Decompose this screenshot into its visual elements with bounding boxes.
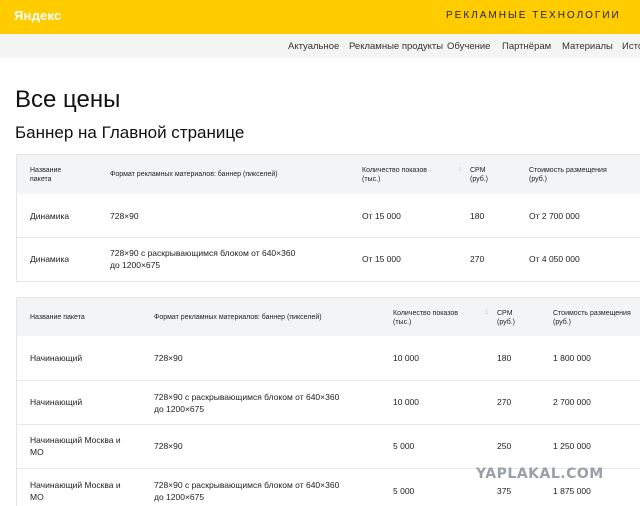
col-header-package[interactable]: Название пакета (30, 313, 85, 322)
row-impressions: От 15 000 (362, 211, 401, 221)
row-package: Динамика (30, 211, 70, 221)
section-title: Баннер на Главной странице (15, 123, 245, 142)
row-cpm: 270 (470, 254, 485, 264)
row-format: 728×90 (154, 353, 183, 363)
row-package: Динамика (30, 254, 70, 264)
row-format: 728×90 (154, 441, 183, 451)
sort-arrow-icon[interactable]: ↕ (458, 166, 462, 173)
main-nav: Актуальное Рекламные продукты Обучение П… (0, 34, 640, 58)
col-header-format[interactable]: Формат рекламных материалов: баннер (пик… (110, 170, 278, 179)
col-header-cost[interactable]: Стоимость размещения (руб.) (529, 166, 607, 184)
nav-item-materials[interactable]: Материалы (562, 41, 613, 52)
yandex-logo[interactable]: Яндекс (14, 8, 61, 23)
nav-item-ad-products[interactable]: Рекламные продукты (349, 41, 443, 52)
row-cost: 1 250 000 (553, 441, 591, 451)
row-package: Начинающий (30, 397, 83, 407)
row-cost: От 4 050 000 (529, 254, 580, 264)
nav-item-history[interactable]: Исто (622, 41, 640, 52)
col-header-impressions[interactable]: Количество показов (тыс.) (393, 309, 458, 327)
row-impressions: От 15 000 (362, 254, 401, 264)
brand-subtitle[interactable]: РЕКЛАМНЫЕ ТЕХНОЛОГИИ (446, 10, 621, 21)
watermark-text: YAPLAKAL.COM (476, 466, 604, 482)
col-header-cpm[interactable]: CPM (руб.) (497, 309, 515, 327)
row-divider (17, 380, 640, 381)
row-cpm: 250 (497, 441, 512, 451)
row-impressions: 5 000 (393, 486, 415, 496)
row-package: Начинающий (30, 353, 83, 363)
row-cost: 1 800 000 (553, 353, 591, 363)
row-cost: От 2 700 000 (529, 211, 580, 221)
nav-item-partners[interactable]: Партнёрам (502, 41, 551, 52)
row-format: 728×90 (110, 211, 139, 221)
col-header-cost[interactable]: Стоимость размещения (руб.) (553, 309, 631, 327)
row-format: 728×90 с раскрывающимся блоком от 640×36… (154, 480, 340, 502)
nav-item-aktualnoe[interactable]: Актуальное (288, 41, 339, 52)
row-impressions: 5 000 (393, 441, 415, 451)
page-title: Все цены (15, 86, 121, 113)
row-impressions: 10 000 (393, 397, 419, 407)
row-divider (17, 424, 640, 425)
table-header: Название пакета Формат рекламных материа… (17, 298, 640, 336)
col-header-impressions[interactable]: Количество показов (тыс.) (362, 166, 427, 184)
price-table-dynamic: Название пакета Формат рекламных материал… (16, 154, 640, 282)
row-format: 728×90 с раскрывающимся блоком от 640×36… (154, 392, 340, 414)
row-format: 728×90 с раскрывающимся блоком от 640×36… (110, 248, 296, 270)
row-cost: 1 875 000 (553, 486, 591, 496)
col-header-cpm[interactable]: CPM (руб.) (470, 166, 488, 184)
row-impressions: 10 000 (393, 353, 419, 363)
row-package: Начинающий Москва и МО (30, 480, 121, 502)
row-cpm: 270 (497, 397, 512, 407)
col-header-package[interactable]: Название пакета (30, 166, 61, 184)
row-cpm: 180 (497, 353, 512, 363)
top-header-bar: Яндекс РЕКЛАМНЫЕ ТЕХНОЛОГИИ (0, 0, 640, 34)
row-cpm: 180 (470, 211, 485, 221)
row-cpm: 375 (497, 486, 512, 496)
sort-arrow-icon[interactable]: ↕ (485, 309, 489, 316)
row-cost: 2 700 000 (553, 397, 591, 407)
col-header-format[interactable]: Формат рекламных материалов: баннер (пик… (154, 313, 322, 322)
row-package: Начинающий Москва и МО (30, 435, 121, 457)
table-header: Название пакета Формат рекламных материал… (17, 155, 640, 194)
row-divider (17, 237, 640, 238)
nav-item-training[interactable]: Обучение (447, 41, 490, 52)
